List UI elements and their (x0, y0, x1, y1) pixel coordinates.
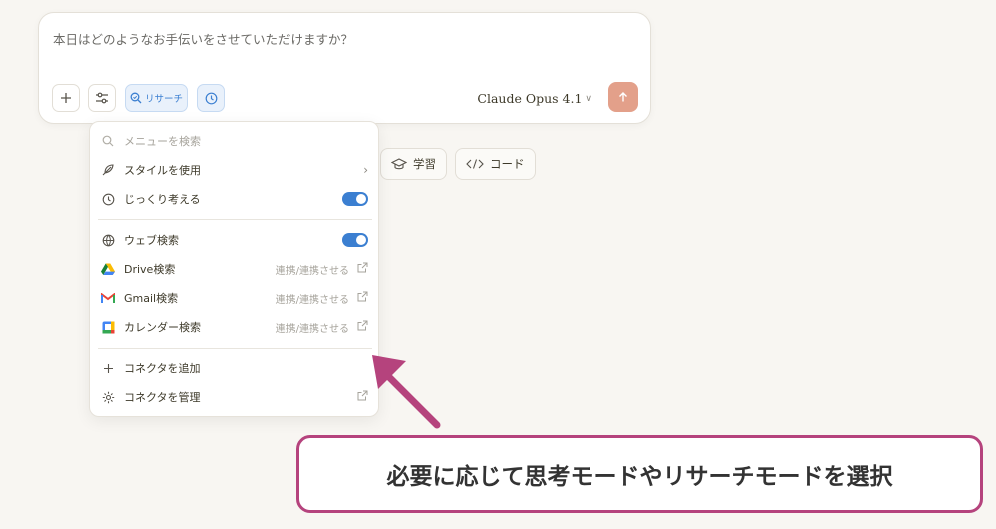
menu-item-calendar-search-label: カレンダー検索 (124, 321, 201, 334)
extended-thinking-button[interactable] (197, 84, 225, 112)
search-icon (100, 133, 116, 149)
chevron-down-icon: ∨ (585, 93, 592, 104)
research-icon (130, 92, 142, 104)
chat-composer[interactable]: 本日はどのようなお手伝いをさせていただけますか？ リサーチ Claude Opu… (38, 12, 651, 124)
menu-item-style-label: スタイルを使用 (124, 164, 201, 177)
menu-item-extended-thinking-label: じっくり考える (124, 193, 201, 206)
external-link-icon[interactable] (357, 320, 368, 334)
menu-item-manage-connectors[interactable]: コネクタを管理 (90, 385, 378, 409)
gear-icon (100, 389, 116, 405)
arrow-up-icon (619, 92, 627, 102)
globe-icon (100, 232, 116, 248)
send-button[interactable] (608, 82, 638, 112)
connect-note: 連携/連携させる (275, 294, 349, 306)
annotation-text: 必要に応じて思考モードやリサーチモードを選択 (386, 464, 893, 490)
research-label: リサーチ (144, 94, 183, 105)
plus-icon (61, 93, 71, 103)
chip-code[interactable]: コード (455, 148, 536, 180)
chip-learning-label: 学習 (413, 157, 436, 171)
chip-code-label: コード (490, 157, 525, 171)
annotation-arrow (372, 355, 441, 429)
model-name: Claude Opus 4.1 (477, 91, 583, 106)
gmail-icon (100, 290, 116, 306)
add-button[interactable] (52, 84, 80, 112)
connect-note: 連携/連携させる (275, 265, 349, 277)
sliders-icon (96, 92, 108, 104)
tools-menu: メニューを検索 スタイルを使用 › じっくり考える ウェブ検索 Drive検索 … (89, 121, 379, 417)
menu-item-add-connector[interactable]: コネクタを追加 (90, 356, 378, 380)
chevron-right-icon: › (363, 163, 368, 177)
plus-icon (100, 360, 116, 376)
clock-icon (205, 92, 217, 104)
extended-thinking-toggle[interactable] (342, 192, 368, 206)
feather-icon (100, 162, 116, 178)
menu-divider (98, 348, 372, 349)
model-selector[interactable]: Claude Opus 4.1 ∨ (477, 91, 592, 106)
connect-note: 連携/連携させる (275, 323, 349, 335)
menu-item-drive-search-label: Drive検索 (124, 263, 176, 276)
menu-item-manage-connectors-label: コネクタを管理 (124, 391, 201, 404)
menu-item-add-connector-label: コネクタを追加 (124, 362, 201, 375)
menu-item-gmail-search[interactable]: Gmail検索 連携/連携させる (90, 286, 378, 310)
menu-item-web-search[interactable]: ウェブ検索 (90, 228, 378, 252)
menu-divider (98, 219, 372, 220)
menu-item-extended-thinking[interactable]: じっくり考える (90, 187, 378, 211)
annotation-callout: 必要に応じて思考モードやリサーチモードを選択 (296, 435, 983, 513)
clock-icon (100, 191, 116, 207)
composer-placeholder[interactable]: 本日はどのようなお手伝いをさせていただけますか？ (53, 29, 353, 48)
google-drive-icon (100, 261, 116, 277)
menu-item-drive-search[interactable]: Drive検索 連携/連携させる (90, 257, 378, 281)
research-button[interactable]: リサーチ (125, 84, 188, 112)
web-search-toggle[interactable] (342, 233, 368, 247)
external-link-icon[interactable] (357, 262, 368, 276)
chip-learning[interactable]: 学習 (380, 148, 447, 180)
menu-item-style[interactable]: スタイルを使用 › (90, 158, 378, 182)
menu-item-calendar-search[interactable]: カレンダー検索 連携/連携させる (90, 315, 378, 339)
external-link-icon[interactable] (357, 291, 368, 305)
menu-search-placeholder: メニューを検索 (124, 135, 201, 148)
code-icon (466, 159, 484, 169)
graduation-cap-icon (391, 157, 407, 169)
menu-item-web-search-label: ウェブ検索 (124, 234, 179, 247)
tools-button[interactable] (88, 84, 116, 112)
menu-item-gmail-search-label: Gmail検索 (124, 292, 179, 305)
google-calendar-icon (100, 319, 116, 335)
menu-search[interactable]: メニューを検索 (90, 129, 378, 153)
